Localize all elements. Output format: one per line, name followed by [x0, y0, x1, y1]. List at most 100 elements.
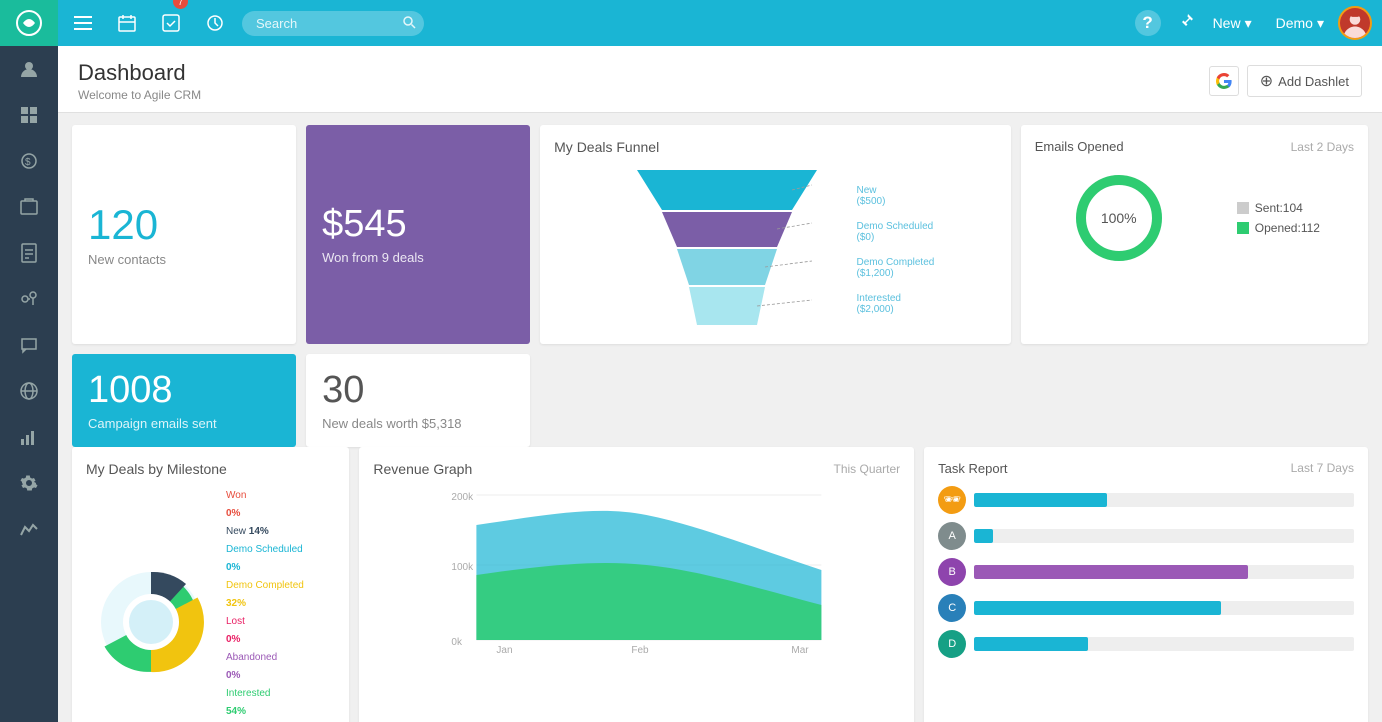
task-avatar-2: B — [938, 558, 966, 586]
tasks-badge: 7 — [173, 0, 188, 9]
campaign-label: Campaign emails sent — [88, 416, 280, 431]
sidebar-icon-documents[interactable] — [0, 230, 58, 276]
page-title: Dashboard — [78, 60, 201, 86]
row2: My Deals by Milestone — [58, 447, 1382, 722]
task-bar-fill-3 — [974, 601, 1221, 615]
task-bar-fill-4 — [974, 637, 1088, 651]
sidebar-icon-analytics[interactable] — [0, 506, 58, 552]
new-deals-card: 30 New deals worth $5,318 — [306, 354, 530, 447]
sidebar-icon-contacts[interactable] — [0, 46, 58, 92]
sidebar-icon-projects[interactable] — [0, 184, 58, 230]
emails-title: Emails Opened — [1035, 139, 1124, 154]
sidebar-icon-settings[interactable] — [0, 460, 58, 506]
svg-text:$: $ — [25, 157, 31, 168]
sidebar-icon-deals[interactable]: $ — [0, 138, 58, 184]
task-report-card: Task Report Last 7 Days 🕶 A — [924, 447, 1368, 722]
dashboard-content: Dashboard Welcome to Agile CRM ⊕ Add Das… — [58, 46, 1382, 722]
legend-opened: Opened:112 — [1237, 221, 1320, 235]
milestone-new: New 14% — [226, 523, 304, 541]
sidebar-icon-dashboard[interactable] — [0, 92, 58, 138]
user-avatar[interactable] — [1338, 6, 1372, 40]
new-deals-label: New deals worth $5,318 — [322, 416, 514, 431]
sent-dot — [1237, 202, 1249, 214]
milestone-won: Won0% — [226, 487, 304, 523]
sidebar-icon-chat[interactable] — [0, 322, 58, 368]
opened-dot — [1237, 222, 1249, 234]
top-stats-row: 120 New contacts $545 Won from 9 deals M… — [58, 113, 1382, 344]
app-logo[interactable] — [0, 0, 58, 46]
won-label: Won from 9 deals — [322, 250, 514, 265]
won-deals-card: $545 Won from 9 deals — [306, 125, 530, 344]
funnel-label-new: New($500) — [857, 185, 935, 207]
plus-icon: ⊕ — [1260, 71, 1273, 91]
milestone-demo-comp: Demo Completed32% — [226, 577, 304, 613]
svg-text:0k: 0k — [452, 637, 464, 648]
funnel-title: My Deals Funnel — [554, 139, 997, 155]
task-avatar-1: A — [938, 522, 966, 550]
pin-icon[interactable] — [1179, 13, 1195, 34]
page-header: Dashboard Welcome to Agile CRM ⊕ Add Das… — [58, 46, 1382, 113]
add-dashlet-button[interactable]: ⊕ Add Dashlet — [1247, 65, 1362, 97]
svg-text:Feb: Feb — [632, 645, 650, 655]
task-bar-bg-0 — [974, 493, 1354, 507]
demo-button[interactable]: Demo ▾ — [1270, 11, 1330, 36]
svg-text:Mar: Mar — [792, 645, 810, 655]
top-nav: 7 ? New ▾ Demo ▾ — [58, 0, 1382, 46]
google-connect-button[interactable] — [1209, 66, 1239, 96]
stats-row-2: 1008 Campaign emails sent 30 New deals w… — [58, 344, 1382, 447]
task-report-title: Task Report — [938, 461, 1007, 476]
funnel-svg — [617, 165, 837, 330]
revenue-card: Revenue Graph This Quarter 200k 100k 0k — [359, 447, 914, 722]
milestone-demo-sched: Demo Scheduled0% — [226, 541, 304, 577]
svg-text:200k: 200k — [452, 492, 475, 503]
svg-text:100k: 100k — [452, 562, 475, 573]
left-sidebar: $ — [0, 0, 58, 722]
help-icon[interactable]: ? — [1135, 10, 1161, 36]
new-deals-number: 30 — [322, 370, 514, 412]
nav-tasks-icon[interactable]: 7 — [156, 0, 186, 46]
milestone-card: My Deals by Milestone — [72, 447, 349, 722]
task-bar-bg-4 — [974, 637, 1354, 651]
nav-history-icon[interactable] — [200, 0, 230, 46]
task-row-2: B — [938, 558, 1354, 586]
revenue-chart: 200k 100k 0k Jan Feb Mar — [373, 485, 900, 655]
page-header-right: ⊕ Add Dashlet — [1209, 65, 1362, 97]
donut-percent: 100% — [1101, 210, 1137, 226]
donut-legend: Sent:104 Opened:112 — [1237, 201, 1320, 235]
deals-funnel-card: My Deals Funnel — [540, 125, 1011, 344]
new-contacts-label: New contacts — [88, 252, 280, 267]
emails-opened-card: Emails Opened Last 2 Days 100% — [1021, 125, 1368, 344]
won-amount: $545 — [322, 204, 514, 246]
campaign-emails-card: 1008 Campaign emails sent — [72, 354, 296, 447]
search-input[interactable] — [242, 11, 402, 36]
emails-period: Last 2 Days — [1291, 140, 1354, 154]
main-area: 7 ? New ▾ Demo ▾ — [58, 0, 1382, 722]
task-row-0: 🕶 — [938, 486, 1354, 514]
task-row-3: C — [938, 594, 1354, 622]
task-bar-bg-3 — [974, 601, 1354, 615]
sidebar-icon-reports2[interactable] — [0, 414, 58, 460]
page-header-left: Dashboard Welcome to Agile CRM — [78, 60, 201, 102]
nav-list-icon[interactable] — [68, 0, 98, 46]
task-report-period: Last 7 Days — [1291, 461, 1354, 475]
revenue-period: This Quarter — [833, 462, 900, 476]
funnel-label-demo-scheduled: Demo Scheduled($0) — [857, 221, 935, 243]
sidebar-icon-reports[interactable] — [0, 276, 58, 322]
task-bar-fill-0 — [974, 493, 1107, 507]
task-bar-fill-1 — [974, 529, 993, 543]
milestone-lost: Lost0% — [226, 613, 304, 649]
revenue-title: Revenue Graph — [373, 461, 472, 477]
new-button[interactable]: New ▾ — [1203, 11, 1262, 36]
nav-calendar-icon[interactable] — [112, 0, 142, 46]
sidebar-icon-globe[interactable] — [0, 368, 58, 414]
search-icon — [402, 15, 416, 32]
milestone-pie — [86, 557, 216, 687]
milestone-interested: Interested54% — [226, 685, 304, 721]
campaign-number: 1008 — [88, 370, 280, 412]
page-subtitle: Welcome to Agile CRM — [78, 88, 201, 102]
task-avatar-4: D — [938, 630, 966, 658]
milestone-title: My Deals by Milestone — [86, 461, 335, 477]
new-contacts-card: 120 New contacts — [72, 125, 296, 344]
task-avatar-3: C — [938, 594, 966, 622]
task-bar-bg-2 — [974, 565, 1354, 579]
